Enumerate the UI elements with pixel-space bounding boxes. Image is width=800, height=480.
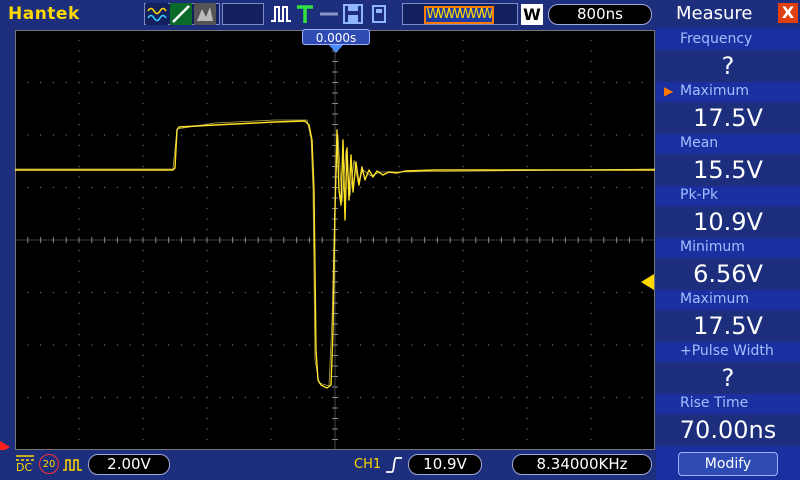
probe-pulse-icon xyxy=(62,456,84,478)
vector-mode-icon[interactable] xyxy=(170,3,192,25)
trigger-level-display[interactable]: 10.9V xyxy=(408,454,482,475)
measure-item-label[interactable]: Maximum xyxy=(656,288,800,310)
measure-item-value: 17.5V xyxy=(656,310,800,342)
measure-item-label[interactable]: Frequency xyxy=(656,28,800,50)
measure-item-value: 15.5V xyxy=(656,154,800,186)
measure-item-label[interactable]: Maximum xyxy=(656,80,800,102)
rising-edge-icon xyxy=(384,455,406,477)
trigger-t-icon[interactable] xyxy=(294,3,316,25)
close-icon[interactable]: X xyxy=(778,3,798,23)
save-icon[interactable] xyxy=(342,3,364,25)
frequency-counter-display: 8.34000KHz xyxy=(512,454,652,475)
bandwidth-limit-badge: 20 xyxy=(39,454,59,474)
coupling-label: DC xyxy=(16,461,33,474)
pulse-trigger-icon[interactable] xyxy=(270,3,292,25)
connector-icon[interactable] xyxy=(318,3,340,25)
coupling-indicator: DC xyxy=(16,454,34,473)
timebase-display[interactable]: 800ns xyxy=(548,4,652,25)
volts-per-div-display[interactable]: 2.00V xyxy=(88,454,170,475)
trigger-channel-label: CH1 xyxy=(354,457,382,472)
modify-button[interactable]: Modify xyxy=(678,452,778,476)
measure-item-value: 6.56V xyxy=(656,258,800,290)
brand-logo: Hantek xyxy=(8,4,80,24)
measure-title-text: Measure xyxy=(676,3,753,24)
measure-item-label[interactable]: +Pulse Width xyxy=(656,340,800,362)
waveform-graticule xyxy=(15,30,655,450)
measure-item-value: ? xyxy=(656,50,800,82)
measure-item-label[interactable]: Pk-Pk xyxy=(656,184,800,206)
wave-position-indicator: WWWWWW xyxy=(424,6,494,24)
measure-item-value: ? xyxy=(656,362,800,394)
measure-item-label[interactable]: Minimum xyxy=(656,236,800,258)
persistence-icon[interactable] xyxy=(194,3,216,25)
measure-item-label[interactable]: Rise Time xyxy=(656,392,800,414)
w-indicator: W xyxy=(521,4,543,25)
status-box xyxy=(222,3,264,25)
usb-icon[interactable] xyxy=(368,3,390,25)
trigger-position-marker[interactable] xyxy=(329,45,343,53)
trigger-level-marker[interactable] xyxy=(641,274,654,290)
measure-panel-title: Measure X xyxy=(656,0,800,28)
trigger-position-label[interactable]: 0.000s xyxy=(302,29,370,45)
waveform-mode-icon[interactable] xyxy=(146,3,168,25)
measure-item-label[interactable]: Mean xyxy=(656,132,800,154)
measure-item-value: 10.9V xyxy=(656,206,800,238)
waveform-screen[interactable] xyxy=(15,30,655,450)
measure-item-value: 17.5V xyxy=(656,102,800,134)
measure-item-value: 70.00ns xyxy=(656,414,800,446)
